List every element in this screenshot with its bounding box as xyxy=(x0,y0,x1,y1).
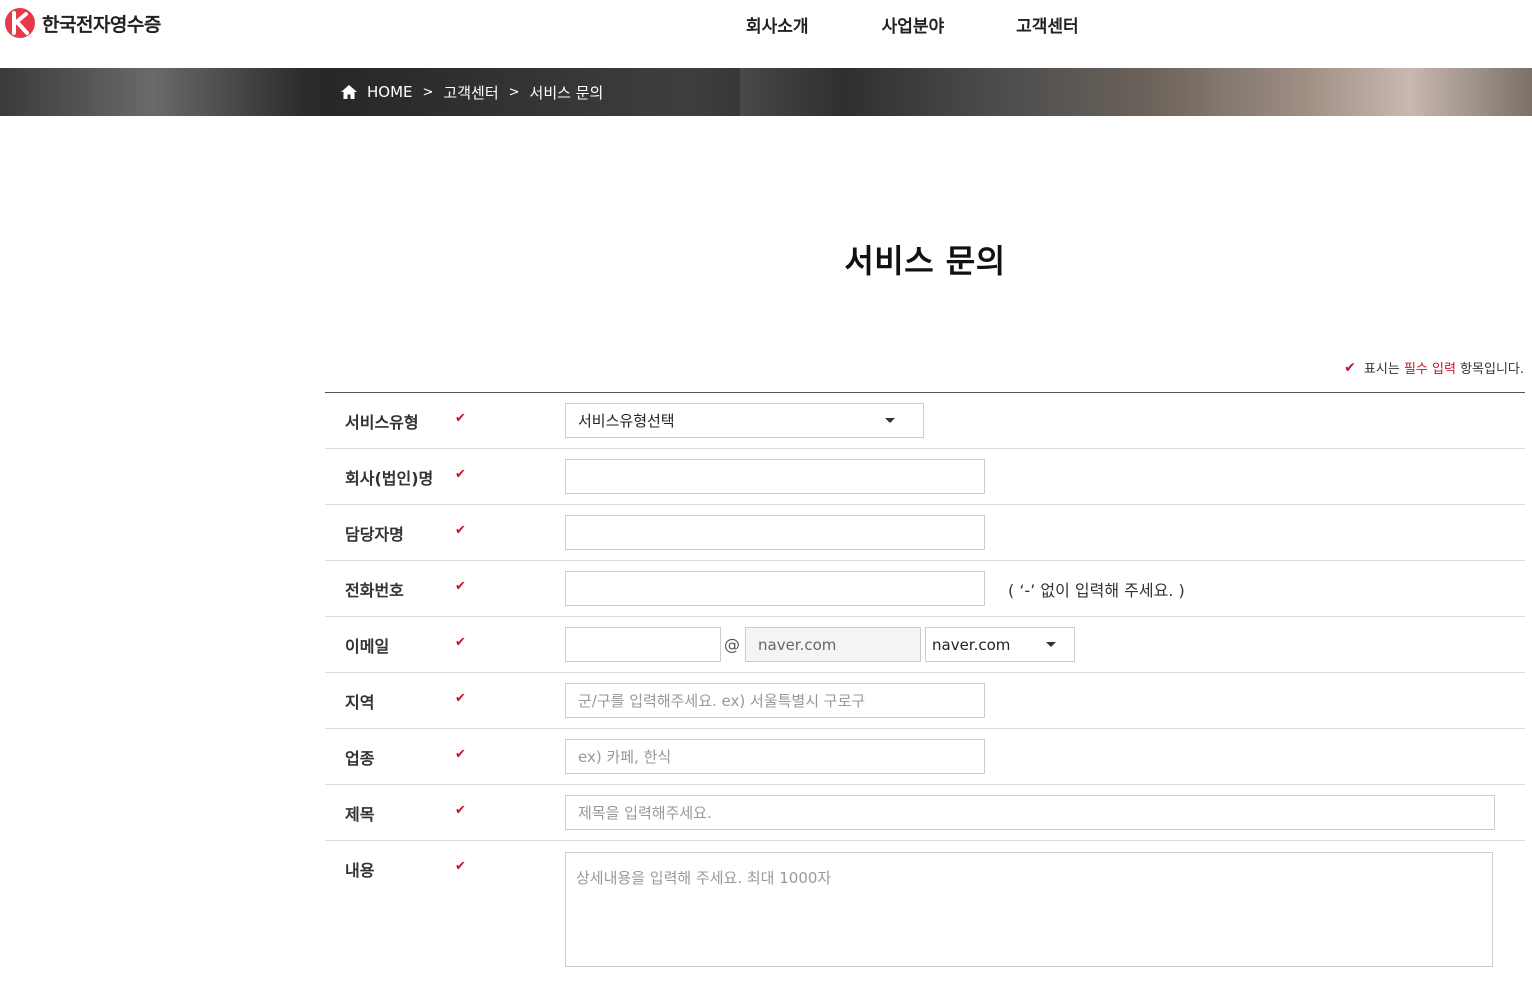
breadcrumb-service-inquiry[interactable]: 서비스 문의 xyxy=(530,82,604,103)
check-icon: ✔ xyxy=(455,411,466,426)
form-row-email: 이메일 ✔ @ naver.com naver.com xyxy=(325,617,1525,673)
form-row-service-type: 서비스유형 ✔ 서비스유형선택 xyxy=(325,393,1525,449)
manager-label: 담당자명 xyxy=(345,525,404,544)
sub-banner: HOME > 고객센터 > 서비스 문의 xyxy=(0,68,1532,116)
email-domain-select[interactable]: naver.com xyxy=(925,627,1075,662)
form-row-subject: 제목 ✔ 제목을 입력해주세요. xyxy=(325,785,1525,841)
check-icon: ✔ xyxy=(455,803,466,818)
content-label: 내용 xyxy=(345,861,375,880)
service-type-label: 서비스유형 xyxy=(345,413,419,432)
breadcrumb-support[interactable]: 고객센터 xyxy=(443,82,498,103)
dropdown-arrow-icon xyxy=(1046,642,1056,647)
content-textarea[interactable]: 상세내용을 입력해 주세요. 최대 1000자 xyxy=(565,852,1493,967)
industry-input[interactable]: ex) 카페, 한식 xyxy=(565,739,985,774)
check-icon: ✔ xyxy=(455,523,466,538)
subject-label: 제목 xyxy=(345,805,375,824)
nav-item-business[interactable]: 사업분야 xyxy=(882,12,945,37)
nav-item-about[interactable]: 회사소개 xyxy=(746,12,809,37)
check-icon: ✔ xyxy=(455,747,466,762)
company-input[interactable] xyxy=(565,459,985,494)
phone-input[interactable] xyxy=(565,571,985,606)
form-row-content: 내용 ✔ 상세내용을 입력해 주세요. 최대 1000자 xyxy=(325,841,1525,981)
check-icon: ✔ xyxy=(455,579,466,594)
form-row-region: 지역 ✔ 군/구를 입력해주세요. ex) 서울특별시 구로구 xyxy=(325,673,1525,729)
email-domain-value: naver.com xyxy=(932,635,1011,654)
at-sign: @ xyxy=(724,635,740,654)
dropdown-arrow-icon xyxy=(885,418,895,423)
form-row-company: 회사(법인)명 ✔ xyxy=(325,449,1525,505)
required-note-highlight: 필수 입력 xyxy=(1403,362,1456,377)
company-label: 회사(법인)명 xyxy=(345,469,434,488)
phone-hint: ( ‘-’ 없이 입력해 주세요. ) xyxy=(1008,581,1185,600)
form-row-industry: 업종 ✔ ex) 카페, 한식 xyxy=(325,729,1525,785)
service-type-value: 서비스유형선택 xyxy=(578,412,675,430)
service-type-select[interactable]: 서비스유형선택 xyxy=(565,403,924,438)
required-note-prefix: 표시는 xyxy=(1363,362,1400,377)
required-note-suffix: 항목입니다. xyxy=(1460,362,1524,377)
home-icon[interactable] xyxy=(340,84,358,100)
phone-label: 전화번호 xyxy=(345,581,404,600)
breadcrumb-home[interactable]: HOME xyxy=(367,83,413,101)
logo-k-icon xyxy=(5,8,35,38)
industry-label: 업종 xyxy=(345,749,375,768)
breadcrumb: HOME > 고객센터 > 서비스 문의 xyxy=(320,68,740,116)
check-icon: ✔ xyxy=(455,635,466,650)
required-note: ✔ 표시는 필수 입력 항목입니다. xyxy=(1344,358,1524,378)
region-label: 지역 xyxy=(345,693,375,712)
form-row-phone: 전화번호 ✔ ( ‘-’ 없이 입력해 주세요. ) xyxy=(325,561,1525,617)
email-domain-input[interactable]: naver.com xyxy=(745,627,921,662)
nav-item-support[interactable]: 고객센터 xyxy=(1016,12,1079,37)
main-nav: 회사소개 사업분야 고객센터 xyxy=(746,12,1079,37)
logo[interactable]: 한국전자영수증 xyxy=(4,7,161,39)
region-input[interactable]: 군/구를 입력해주세요. ex) 서울특별시 구로구 xyxy=(565,683,985,718)
logo-text: 한국전자영수증 xyxy=(42,13,161,36)
subject-input[interactable]: 제목을 입력해주세요. xyxy=(565,795,1495,830)
page-title: 서비스 문의 xyxy=(844,242,1006,280)
manager-input[interactable] xyxy=(565,515,985,550)
inquiry-form: 서비스유형 ✔ 서비스유형선택 회사(법인)명 ✔ 담당자명 ✔ 전화번호 ✔ … xyxy=(325,392,1525,981)
check-icon: ✔ xyxy=(455,467,466,482)
chevron-right-icon: > xyxy=(422,84,434,100)
check-icon: ✔ xyxy=(455,859,466,874)
chevron-right-icon: > xyxy=(508,84,520,100)
form-row-manager: 담당자명 ✔ xyxy=(325,505,1525,561)
email-label: 이메일 xyxy=(345,637,390,656)
check-icon: ✔ xyxy=(455,691,466,706)
check-icon: ✔ xyxy=(1344,359,1356,376)
site-header: 한국전자영수증 회사소개 사업분야 고객센터 xyxy=(0,0,1532,68)
email-local-input[interactable] xyxy=(565,627,721,662)
